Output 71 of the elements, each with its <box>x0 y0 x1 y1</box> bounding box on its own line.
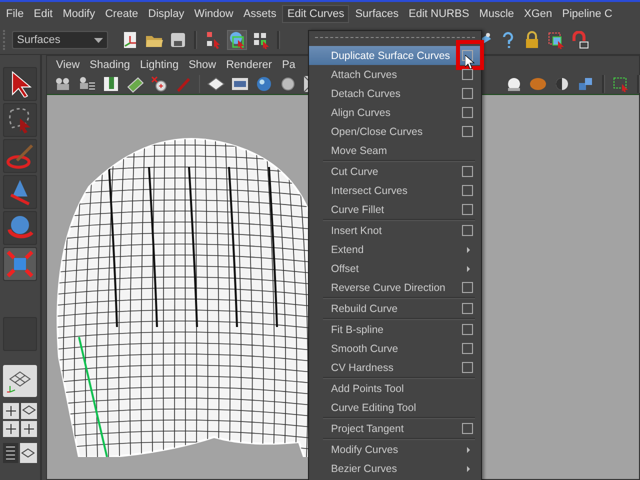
select-box-icon[interactable] <box>612 75 630 93</box>
panel-menu-item[interactable]: Lighting <box>135 59 184 71</box>
menu-item[interactable]: Display <box>144 6 188 22</box>
menu-item[interactable]: Duplicate Surface Curves <box>309 46 481 65</box>
menu-item[interactable]: Align Curves <box>309 103 481 122</box>
panel-menu-item[interactable]: Renderer <box>221 59 277 71</box>
select-object-icon[interactable] <box>228 31 246 49</box>
ellipsoid-icon[interactable] <box>529 75 547 93</box>
menu-item[interactable]: Fit B-spline <box>309 320 481 339</box>
sphere-on-plane-icon[interactable] <box>505 75 523 93</box>
menu-item[interactable]: Detach Curves <box>309 84 481 103</box>
panel-menu-item[interactable]: Shading <box>84 59 136 71</box>
menu-item[interactable]: Modify <box>58 6 100 22</box>
new-scene-icon[interactable] <box>121 31 139 49</box>
menu-item[interactable]: Muscle <box>475 6 518 22</box>
menu-item[interactable]: Surfaces <box>351 6 403 22</box>
camera-icon[interactable] <box>54 75 72 93</box>
sphere-icon[interactable] <box>6 214 34 242</box>
submenu-arrow-icon <box>467 246 470 252</box>
select-box-icon[interactable] <box>547 31 565 49</box>
menu-item[interactable]: Open/Close Curves <box>309 122 481 141</box>
menu-item[interactable]: XGen <box>520 6 556 22</box>
cubes-icon[interactable] <box>577 75 595 93</box>
menu-item[interactable]: Attach Curves <box>309 65 481 84</box>
menu-item[interactable]: Add Points Tool <box>309 379 481 398</box>
menu-item[interactable]: Edit <box>30 6 57 22</box>
menu-item[interactable]: Create <box>101 6 142 22</box>
panel-menu-item[interactable]: Show <box>184 59 222 71</box>
menu-item[interactable]: Assets <box>239 6 280 22</box>
save-icon[interactable] <box>169 31 187 49</box>
menu-item[interactable]: Offset <box>309 259 481 278</box>
bookmark-icon[interactable] <box>102 75 120 93</box>
menu-item[interactable]: Curve Editing Tool <box>309 398 481 417</box>
menu-item[interactable]: Edit NURBS <box>404 6 474 22</box>
four-view-layout-button[interactable] <box>3 403 37 437</box>
menu-item[interactable]: Curve Fillet <box>309 200 481 219</box>
magnet-icon[interactable] <box>571 31 589 49</box>
menu-set-dropdown[interactable]: Surfaces <box>12 31 108 49</box>
panel-menu-item[interactable]: View <box>51 59 85 71</box>
menu-item[interactable]: Move Seam <box>309 141 481 160</box>
menu-item[interactable]: Smooth Curve <box>309 339 481 358</box>
menu-item[interactable]: Pipeline C <box>558 6 616 22</box>
half-sphere-icon[interactable] <box>553 75 571 93</box>
menu-item[interactable]: File <box>2 6 28 22</box>
film-icon[interactable] <box>231 75 249 93</box>
lock-icon[interactable] <box>523 31 541 49</box>
menu-item[interactable]: Intersect Curves <box>309 181 481 200</box>
submenu-arrow-icon <box>467 266 470 272</box>
submenu-arrow-icon <box>467 466 470 472</box>
menu-item[interactable]: CV Hardness <box>309 358 481 377</box>
panel-menu-item[interactable]: Pa <box>276 59 300 71</box>
flat-sphere-icon[interactable] <box>279 75 297 93</box>
caret-icon <box>94 38 103 42</box>
menu-item[interactable]: Rebuild Curve <box>309 299 481 318</box>
submenu-arrow-icon <box>467 446 470 452</box>
menu-item[interactable]: Edit Curves <box>282 5 350 23</box>
menu-item[interactable]: Modify Curves <box>309 440 481 459</box>
cursor-icon <box>465 55 475 69</box>
menu-item[interactable]: Window <box>190 6 238 22</box>
zoom-icon[interactable] <box>150 75 168 93</box>
menu-item[interactable]: Insert Knot <box>309 221 481 240</box>
menu-item[interactable]: Extend <box>309 240 481 259</box>
layout-button[interactable] <box>3 365 37 397</box>
outliner-layout-button[interactable] <box>3 443 37 463</box>
select-hierarchy-icon[interactable] <box>204 31 222 49</box>
menu-item[interactable]: Reverse Curve Direction <box>309 278 481 297</box>
select-component-icon[interactable] <box>252 31 270 49</box>
menu-item[interactable]: Cut Curve <box>309 162 481 181</box>
shaded-sphere-icon[interactable] <box>255 75 273 93</box>
menu-item[interactable]: Bezier Curves <box>309 459 481 478</box>
menu-item[interactable]: Project Tangent <box>309 419 481 438</box>
